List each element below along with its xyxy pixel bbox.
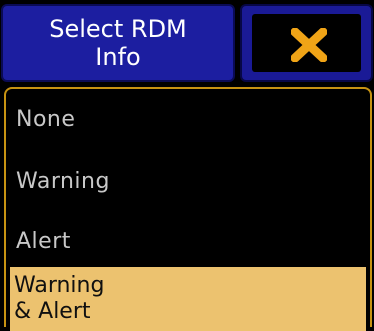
dialog-title-button: Select RDM Info xyxy=(1,4,235,82)
option-warning-and-alert-label: Warning & Alert xyxy=(14,273,105,324)
dialog-title: Select RDM Info xyxy=(49,15,187,71)
option-warning[interactable]: Warning xyxy=(16,169,110,194)
option-none[interactable]: None xyxy=(16,107,75,132)
close-x-icon xyxy=(291,28,327,62)
rdm-info-list: None Warning Alert Warning & Alert xyxy=(4,87,372,331)
close-button[interactable] xyxy=(240,4,373,82)
option-alert[interactable]: Alert xyxy=(16,229,71,254)
option-warning-and-alert[interactable]: Warning & Alert xyxy=(10,267,366,331)
